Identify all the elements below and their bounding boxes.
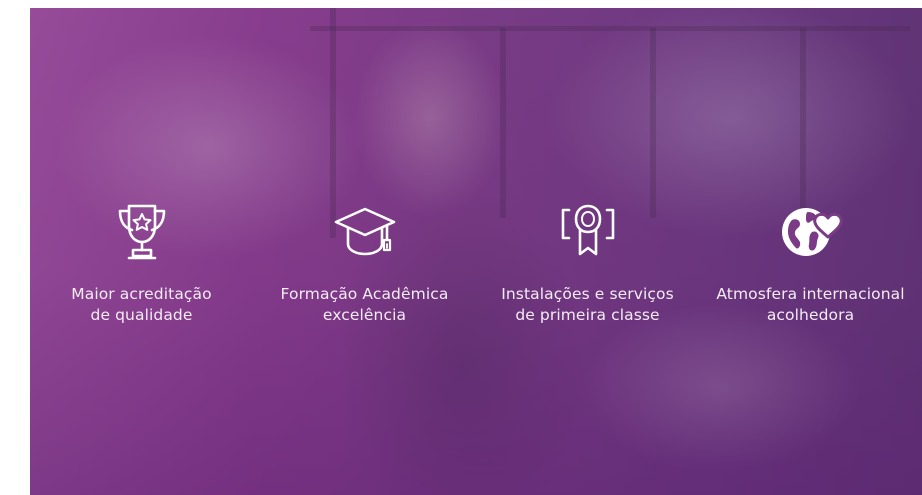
feature-label-line: Instalações e serviços [501,285,674,303]
feature-facilities: Instalações e serviços de primeira class… [476,198,699,326]
trophy-star-icon [109,198,175,264]
feature-label-line: de qualidade [90,306,193,324]
feature-academic: Formação Acadêmica excelência [253,198,476,326]
feature-label-line: Maior acreditação [71,285,212,303]
feature-label-line: Formação Acadêmica [280,285,449,303]
feature-accreditation: Maior acreditação de qualidade [30,198,253,326]
feature-atmosphere: Atmosfera internacional acolhedora [699,198,922,326]
feature-label-line: excelência [322,306,407,324]
graduation-cap-icon [332,198,398,264]
features-row: Maior acreditação de qualidade Formação … [30,198,922,326]
globe-heart-icon [778,198,844,264]
feature-label-line: Atmosfera internacional [716,285,905,303]
feature-label-line: de primeira classe [515,306,660,324]
feature-label-line: acolhedora [766,306,855,324]
award-ribbon-icon [555,198,621,264]
hero-banner: Maior acreditação de qualidade Formação … [30,8,922,495]
